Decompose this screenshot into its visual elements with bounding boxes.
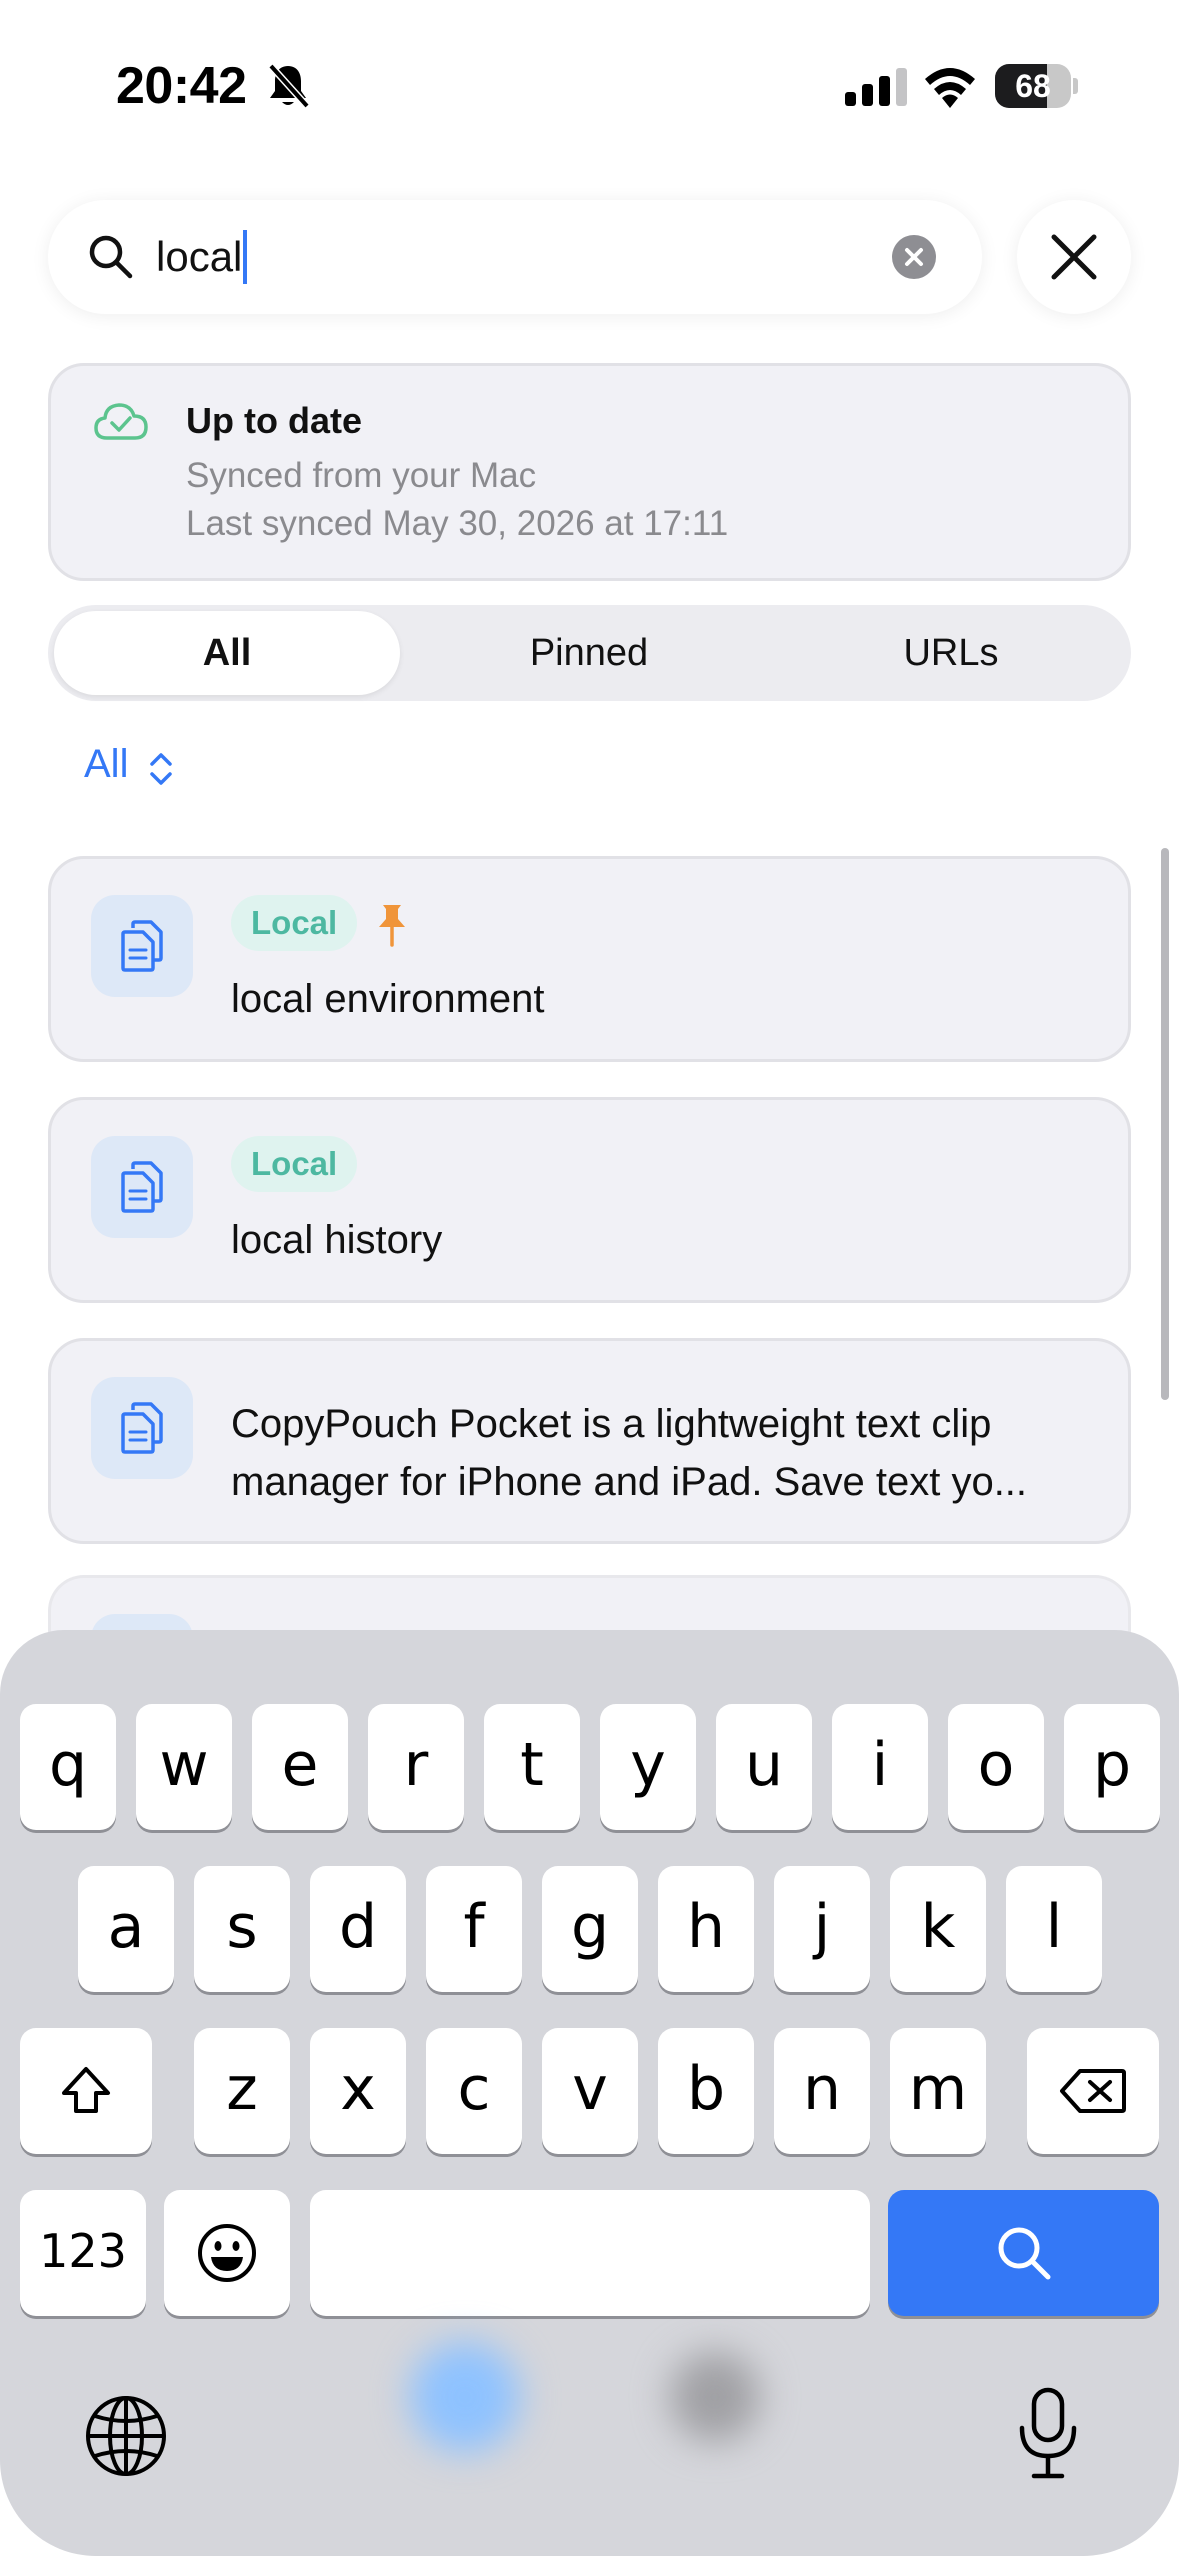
key-k[interactable]: k <box>890 1866 986 1992</box>
search-key[interactable] <box>888 2190 1159 2316</box>
sync-status-card: Up to date Synced from your Mac Last syn… <box>48 363 1131 581</box>
key-i[interactable]: i <box>832 1704 928 1830</box>
keyboard: q w e r t y u i o p a s d f g h j k l z … <box>0 1630 1179 2556</box>
key-v[interactable]: v <box>542 2028 638 2154</box>
key-b[interactable]: b <box>658 2028 754 2154</box>
emoji-icon <box>198 2224 256 2282</box>
search-icon <box>998 2227 1050 2280</box>
clear-icon <box>905 248 923 266</box>
key-r[interactable]: r <box>368 1704 464 1830</box>
blurred-background <box>410 2342 520 2452</box>
key-s[interactable]: s <box>194 1866 290 1992</box>
key-x[interactable]: x <box>310 2028 406 2154</box>
cellular-signal-icon <box>845 68 907 106</box>
key-t[interactable]: t <box>484 1704 580 1830</box>
key-u[interactable]: u <box>716 1704 812 1830</box>
sync-last-synced: Last synced May 30, 2026 at 17:11 <box>186 504 729 543</box>
key-g[interactable]: g <box>542 1866 638 1992</box>
search-icon <box>89 235 133 279</box>
delete-key[interactable] <box>1027 2028 1159 2154</box>
source-badge: Local <box>231 895 358 951</box>
chevron-up-down-icon <box>150 753 172 785</box>
numbers-key[interactable]: 123 <box>20 2190 146 2316</box>
scrollbar[interactable] <box>1161 848 1169 1400</box>
status-bar: 20:42 68 <box>0 0 1179 175</box>
document-copy-icon <box>121 920 163 972</box>
tab-all[interactable]: All <box>54 611 400 695</box>
microphone-icon[interactable] <box>1016 2386 1080 2482</box>
category-tabs: All Pinned URLs <box>48 605 1131 701</box>
close-icon <box>1051 234 1097 280</box>
key-y[interactable]: y <box>600 1704 696 1830</box>
key-c[interactable]: c <box>426 2028 522 2154</box>
document-copy-icon <box>121 1161 163 1213</box>
source-filter-label: All <box>84 742 129 786</box>
battery-level: 68 <box>1015 68 1051 104</box>
key-l[interactable]: l <box>1006 1866 1102 1992</box>
clear-search-button[interactable] <box>892 235 936 279</box>
clip-type-badge <box>91 1136 193 1238</box>
blurred-background <box>670 2352 760 2442</box>
space-key[interactable] <box>310 2190 870 2316</box>
key-w[interactable]: w <box>136 1704 232 1830</box>
sync-title: Up to date <box>186 400 362 441</box>
cloud-check-icon <box>94 403 148 440</box>
clip-type-badge <box>91 1377 193 1479</box>
status-time: 20:42 <box>116 57 247 115</box>
key-f[interactable]: f <box>426 1866 522 1992</box>
shift-key[interactable] <box>20 2028 152 2154</box>
wifi-icon <box>925 68 975 108</box>
text-cursor <box>243 230 248 284</box>
search-input[interactable]: local <box>156 230 248 284</box>
clip-type-badge <box>91 895 193 997</box>
delete-backward-icon <box>1060 2069 1126 2113</box>
clip-text: local environment <box>231 977 545 1021</box>
search-field[interactable]: local <box>48 200 982 314</box>
bell-slash-icon <box>268 63 310 109</box>
shift-icon <box>62 2067 110 2113</box>
globe-icon[interactable] <box>84 2394 168 2478</box>
key-a[interactable]: a <box>78 1866 174 1992</box>
source-filter-button[interactable]: All <box>84 742 172 794</box>
key-o[interactable]: o <box>948 1704 1044 1830</box>
battery-indicator: 68 <box>995 64 1078 108</box>
key-j[interactable]: j <box>774 1866 870 1992</box>
tab-pinned[interactable]: Pinned <box>416 611 762 695</box>
clip-card[interactable]: CopyPouch Pocket is a lightweight text c… <box>48 1338 1131 1544</box>
source-badge: Local <box>231 1136 358 1192</box>
tab-urls[interactable]: URLs <box>778 611 1124 695</box>
key-n[interactable]: n <box>774 2028 870 2154</box>
key-h[interactable]: h <box>658 1866 754 1992</box>
key-m[interactable]: m <box>890 2028 986 2154</box>
search-query: local <box>156 233 243 280</box>
clip-card[interactable]: Local local history <box>48 1097 1131 1303</box>
clip-text: local history <box>231 1218 443 1262</box>
key-p[interactable]: p <box>1064 1704 1160 1830</box>
key-e[interactable]: e <box>252 1704 348 1830</box>
close-search-button[interactable] <box>1017 200 1131 314</box>
emoji-key[interactable] <box>164 2190 290 2316</box>
key-d[interactable]: d <box>310 1866 406 1992</box>
key-z[interactable]: z <box>194 2028 290 2154</box>
clip-text: CopyPouch Pocket is a lightweight text c… <box>231 1402 1028 1504</box>
clip-card-partial[interactable] <box>48 1575 1131 1644</box>
sync-subtitle: Synced from your Mac <box>186 456 537 495</box>
document-copy-icon <box>121 1402 163 1454</box>
key-q[interactable]: q <box>20 1704 116 1830</box>
pin-icon <box>379 905 405 947</box>
clip-card[interactable]: Local local environment <box>48 856 1131 1062</box>
